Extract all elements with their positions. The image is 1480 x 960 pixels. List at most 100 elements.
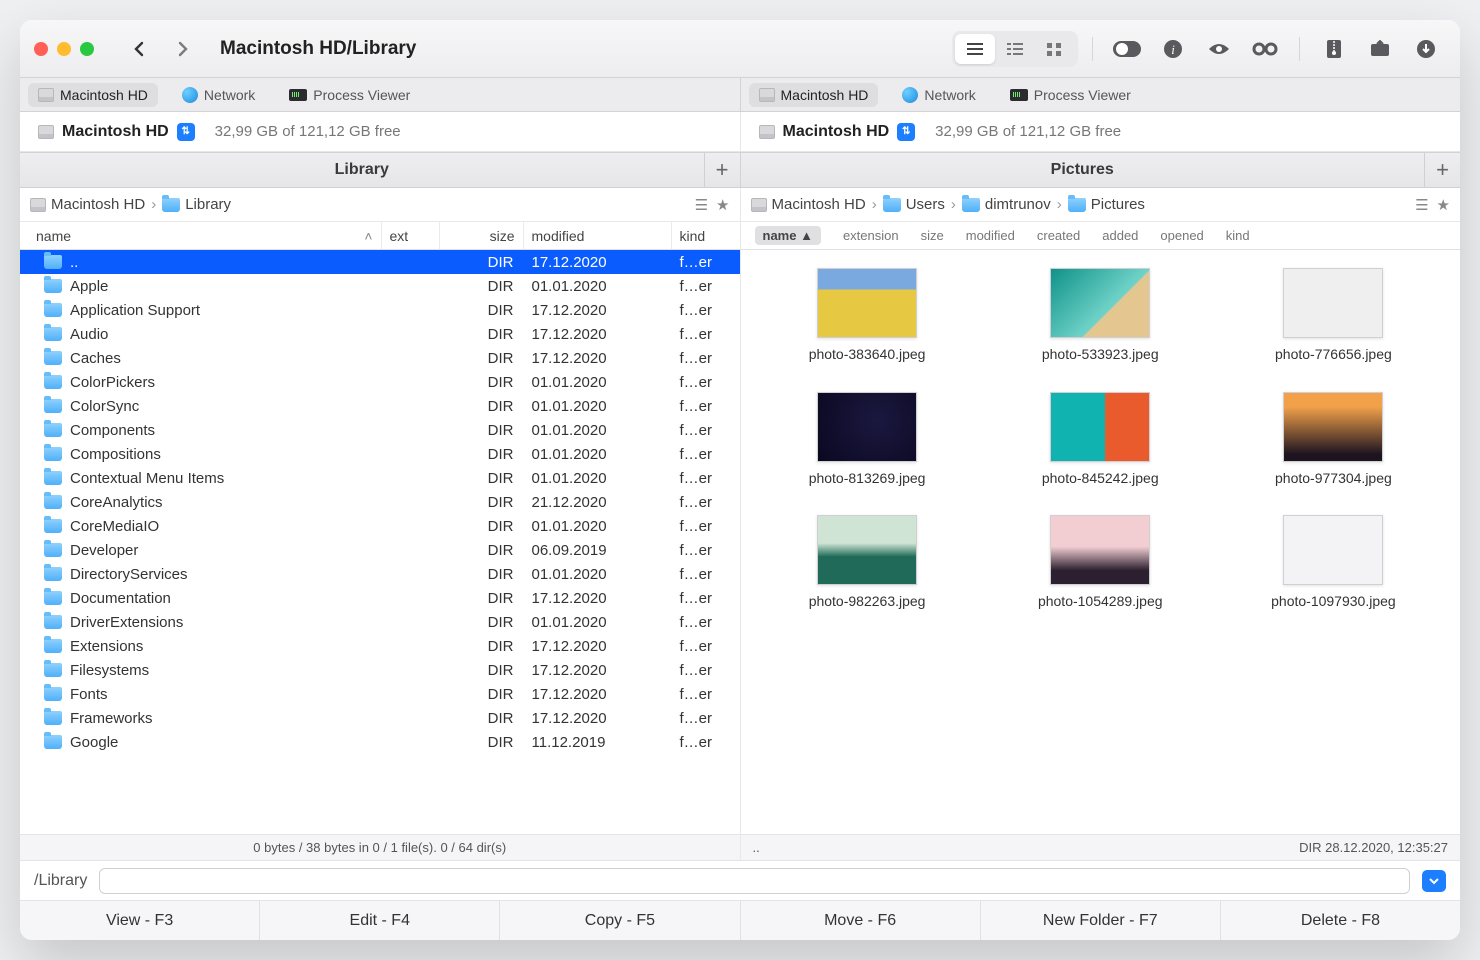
- location-row: Library + Pictures +: [20, 152, 1460, 188]
- table-row[interactable]: FrameworksDIR17.12.2020f…er: [20, 706, 740, 730]
- file-list[interactable]: ..DIR17.12.2020f…erAppleDIR01.01.2020f…e…: [20, 250, 740, 834]
- table-row[interactable]: DeveloperDIR06.09.2019f…er: [20, 538, 740, 562]
- table-row[interactable]: ColorSyncDIR01.01.2020f…er: [20, 394, 740, 418]
- gallery-item-label: photo-533923.jpeg: [1042, 346, 1159, 364]
- table-row[interactable]: FilesystemsDIR17.12.2020f…er: [20, 658, 740, 682]
- command-menu-button[interactable]: [1422, 870, 1446, 892]
- tab-hd[interactable]: Macintosh HD: [28, 83, 158, 107]
- table-row[interactable]: ExtensionsDIR17.12.2020f…er: [20, 634, 740, 658]
- gallery-item[interactable]: photo-982263.jpeg: [751, 515, 984, 611]
- list-icon[interactable]: ☰: [1415, 196, 1428, 214]
- gallery-col-created[interactable]: created: [1037, 228, 1080, 243]
- table-row[interactable]: ComponentsDIR01.01.2020f…er: [20, 418, 740, 442]
- fn-copy-button[interactable]: Copy - F5: [500, 901, 740, 940]
- chevron-right-icon: ›: [151, 196, 156, 213]
- tab-hd[interactable]: Macintosh HD: [749, 83, 879, 107]
- add-tab-button[interactable]: +: [1424, 153, 1460, 187]
- gallery-col-modified[interactable]: modified: [966, 228, 1015, 243]
- loc-title[interactable]: Library: [20, 161, 704, 179]
- volume-select[interactable]: Macintosh HD ⇅: [751, 120, 924, 144]
- gallery-col-name[interactable]: name ▲: [755, 226, 821, 245]
- th-size[interactable]: size: [440, 222, 524, 249]
- toggle-hidden-button[interactable]: [1107, 27, 1147, 71]
- fn-edit-button[interactable]: Edit - F4: [260, 901, 500, 940]
- download-button[interactable]: [1406, 27, 1446, 71]
- archive-button[interactable]: [1314, 27, 1354, 71]
- folder-icon: [44, 399, 62, 413]
- close-icon[interactable]: [34, 42, 48, 56]
- th-kind[interactable]: kind: [672, 222, 740, 249]
- command-input[interactable]: [99, 868, 1410, 894]
- breadcrumb-item[interactable]: Library: [162, 196, 231, 213]
- th-name[interactable]: name˄: [20, 222, 382, 249]
- gallery-item[interactable]: photo-977304.jpeg: [1217, 392, 1450, 488]
- volume-select[interactable]: Macintosh HD ⇅: [30, 120, 203, 144]
- table-row[interactable]: DirectoryServicesDIR01.01.2020f…er: [20, 562, 740, 586]
- table-row[interactable]: AudioDIR17.12.2020f…er: [20, 322, 740, 346]
- fn-view-button[interactable]: View - F3: [20, 901, 260, 940]
- tab-process[interactable]: Process Viewer: [279, 83, 420, 107]
- table-row[interactable]: Contextual Menu ItemsDIR01.01.2020f…er: [20, 466, 740, 490]
- gallery-item[interactable]: photo-533923.jpeg: [984, 268, 1217, 364]
- nav-back-button[interactable]: [122, 32, 156, 66]
- zoom-icon[interactable]: [80, 42, 94, 56]
- table-header: name˄ ext size modified kind: [20, 222, 740, 250]
- info-button[interactable]: i: [1153, 27, 1193, 71]
- star-icon[interactable]: ★: [1437, 196, 1450, 214]
- gallery-item[interactable]: photo-383640.jpeg: [751, 268, 984, 364]
- breadcrumb-item[interactable]: Macintosh HD: [751, 196, 866, 213]
- gallery-col-kind[interactable]: kind: [1226, 228, 1250, 243]
- th-modified[interactable]: modified: [524, 222, 672, 249]
- breadcrumb-item[interactable]: Macintosh HD: [30, 196, 145, 213]
- table-row[interactable]: CachesDIR17.12.2020f…er: [20, 346, 740, 370]
- breadcrumb-item[interactable]: dimtrunov: [962, 196, 1051, 213]
- table-row[interactable]: DriverExtensionsDIR01.01.2020f…er: [20, 610, 740, 634]
- star-icon[interactable]: ★: [716, 196, 729, 214]
- loc-title[interactable]: Pictures: [741, 161, 1425, 179]
- gallery-col-size[interactable]: size: [921, 228, 944, 243]
- gallery-col-extension[interactable]: extension: [843, 228, 899, 243]
- list-icon[interactable]: ☰: [695, 196, 708, 214]
- gallery-col-opened[interactable]: opened: [1160, 228, 1203, 243]
- nav-forward-button[interactable]: [166, 32, 200, 66]
- gallery-item[interactable]: photo-1054289.jpeg: [984, 515, 1217, 611]
- add-tab-button[interactable]: +: [704, 153, 740, 187]
- table-row[interactable]: GoogleDIR11.12.2019f…er: [20, 730, 740, 754]
- tab-network[interactable]: Network: [172, 83, 265, 107]
- table-row[interactable]: AppleDIR01.01.2020f…er: [20, 274, 740, 298]
- breadcrumb-item[interactable]: Users: [883, 196, 945, 213]
- table-row[interactable]: CoreMediaIODIR01.01.2020f…er: [20, 514, 740, 538]
- th-ext[interactable]: ext: [382, 222, 440, 249]
- minimize-icon[interactable]: [57, 42, 71, 56]
- view-columns-button[interactable]: [995, 34, 1035, 64]
- tab-network[interactable]: Network: [892, 83, 985, 107]
- table-row[interactable]: CoreAnalyticsDIR21.12.2020f…er: [20, 490, 740, 514]
- preview-button[interactable]: [1199, 27, 1239, 71]
- fn-move-button[interactable]: Move - F6: [741, 901, 981, 940]
- table-row[interactable]: CompositionsDIR01.01.2020f…er: [20, 442, 740, 466]
- fn-delete-button[interactable]: Delete - F8: [1221, 901, 1460, 940]
- tab-process[interactable]: Process Viewer: [1000, 83, 1141, 107]
- root-tabs-left: Macintosh HD Network Process Viewer: [20, 78, 740, 111]
- gallery-item[interactable]: photo-1097930.jpeg: [1217, 515, 1450, 611]
- share-button[interactable]: [1360, 27, 1400, 71]
- gallery-item[interactable]: photo-813269.jpeg: [751, 392, 984, 488]
- table-row[interactable]: DocumentationDIR17.12.2020f…er: [20, 586, 740, 610]
- fn-newfolder-button[interactable]: New Folder - F7: [981, 901, 1221, 940]
- table-row[interactable]: Application SupportDIR17.12.2020f…er: [20, 298, 740, 322]
- breadcrumb-item[interactable]: Pictures: [1068, 196, 1145, 213]
- gallery-col-added[interactable]: added: [1102, 228, 1138, 243]
- thumbnail: [1050, 268, 1150, 338]
- find-button[interactable]: [1245, 27, 1285, 71]
- function-bar: View - F3 Edit - F4 Copy - F5 Move - F6 …: [20, 900, 1460, 940]
- titlebar: Macintosh HD/Library i: [20, 20, 1460, 78]
- gallery-item[interactable]: photo-776656.jpeg: [1217, 268, 1450, 364]
- view-icons-button[interactable]: [1035, 34, 1075, 64]
- gallery[interactable]: photo-383640.jpeg photo-533923.jpeg photo-…: [741, 250, 1461, 834]
- table-row[interactable]: ColorPickersDIR01.01.2020f…er: [20, 370, 740, 394]
- table-row[interactable]: ..DIR17.12.2020f…er: [20, 250, 740, 274]
- gallery-item[interactable]: photo-845242.jpeg: [984, 392, 1217, 488]
- view-list-button[interactable]: [955, 34, 995, 64]
- loc-right: Pictures +: [740, 153, 1461, 187]
- table-row[interactable]: FontsDIR17.12.2020f…er: [20, 682, 740, 706]
